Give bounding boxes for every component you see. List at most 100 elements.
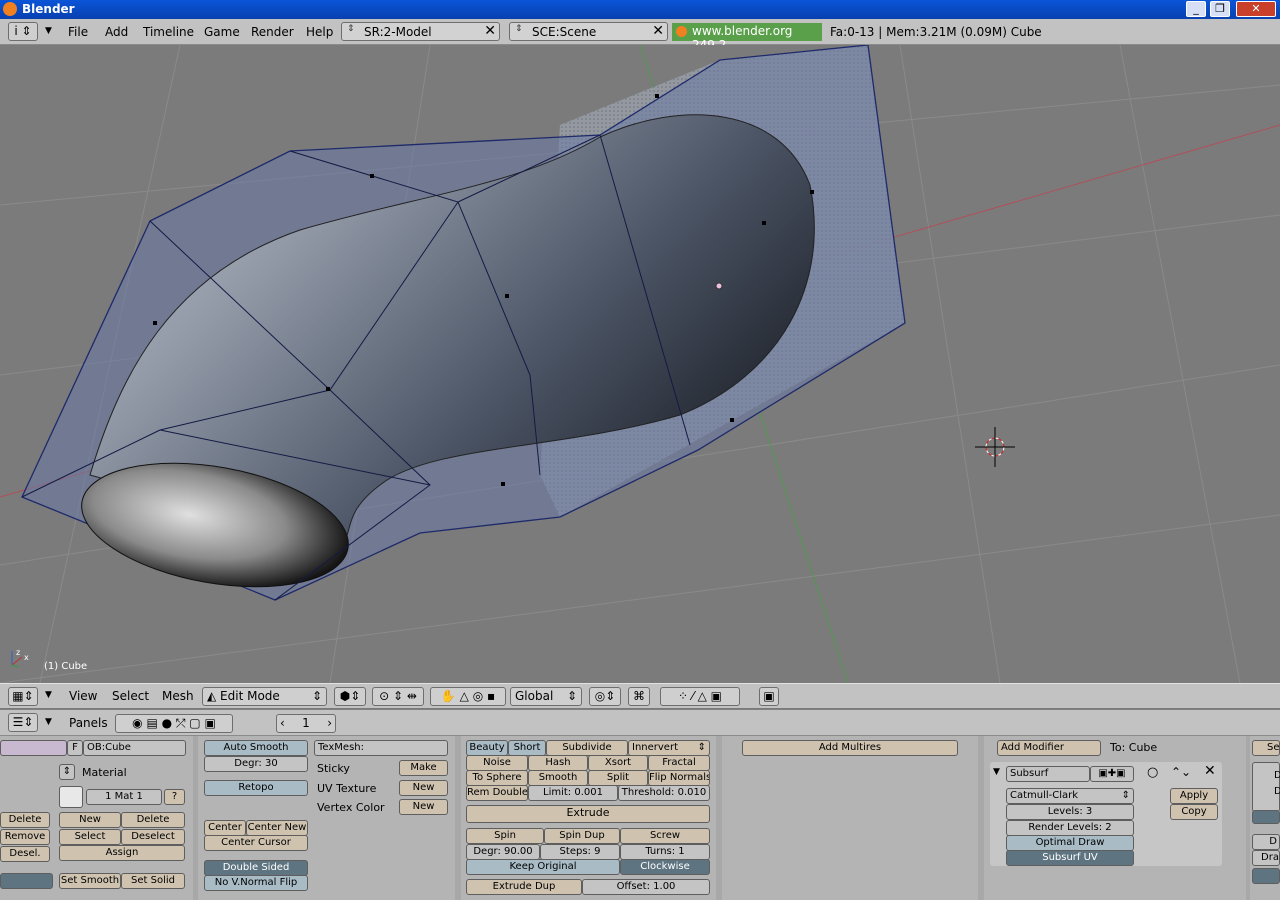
scene-selector[interactable]: ⇕ SCE:Scene ✕ (509, 22, 668, 41)
add-modifier-button[interactable]: Add Modifier (997, 740, 1101, 756)
cutoff-select-button[interactable]: Sel (1252, 740, 1280, 756)
collapse-arrow-icon[interactable]: ▼ (45, 26, 52, 36)
snap-icon[interactable]: ⌘ (628, 687, 650, 706)
mesh-name-field[interactable] (0, 740, 67, 756)
sticky-make-button[interactable]: Make (399, 760, 448, 776)
frame-number-field[interactable]: ‹ 1 › (276, 714, 336, 733)
material-help-button[interactable]: ? (164, 789, 185, 805)
window-type-info-icon[interactable]: i ⇕ (8, 22, 38, 41)
menu-timeline[interactable]: Timeline (143, 25, 194, 39)
apply-modifier-button[interactable]: Apply (1170, 788, 1218, 804)
proportional-edit-icon[interactable]: ◎⇕ (589, 687, 621, 706)
close-button[interactable]: ✕ (1236, 1, 1276, 17)
orientation-selector[interactable]: Global ⇕ (510, 687, 582, 706)
window-type-3dview-icon[interactable]: ▦⇕ (8, 687, 38, 706)
selected-vertex[interactable] (715, 282, 723, 290)
spin-button[interactable]: Spin (466, 828, 544, 844)
menu-add[interactable]: Add (105, 25, 128, 39)
subdivision-type-selector[interactable]: Catmull-Clark ⇕ (1006, 788, 1134, 804)
innervert-selector[interactable]: Innervert ⇕ (628, 740, 710, 756)
fake-user-button[interactable]: F (67, 740, 83, 756)
pivot-point-icon[interactable]: ⊙ ⇕ ⇹ (372, 687, 424, 706)
vgroup-deselect-button[interactable]: Desel. (0, 846, 50, 862)
levels-field[interactable]: Levels: 3 (1006, 804, 1134, 820)
offset-field[interactable]: Offset: 1.00 (582, 879, 710, 895)
select-mode-icons[interactable]: ⁘ ⁄ △ ▣ (660, 687, 740, 706)
center-new-button[interactable]: Center New (246, 820, 308, 836)
retopo-toggle[interactable]: Retopo (204, 780, 308, 796)
move-up-down-icon[interactable]: ⌃⌄ (1171, 765, 1191, 779)
collapse-arrow-icon[interactable]: ▼ (993, 767, 1000, 777)
menu-file[interactable]: File (68, 25, 88, 39)
cutoff-dark-button[interactable] (1252, 868, 1280, 884)
clockwise-toggle[interactable]: Clockwise (620, 859, 710, 875)
smooth-button[interactable]: Smooth (528, 770, 588, 786)
increment-arrow-icon[interactable]: › (327, 715, 332, 732)
add-multires-button[interactable]: Add Multires (742, 740, 958, 756)
render-preview-icon[interactable]: ▣ (759, 687, 779, 706)
menu-view[interactable]: View (69, 689, 97, 703)
modifier-name-field[interactable]: Subsurf (1006, 766, 1090, 782)
material-assign-button[interactable]: Assign (59, 845, 185, 861)
copy-modifier-button[interactable]: Copy (1170, 804, 1218, 820)
spin-steps-field[interactable]: Steps: 9 (540, 844, 620, 860)
limit-field[interactable]: Limit: 0.001 (528, 785, 618, 801)
menu-help[interactable]: Help (306, 25, 333, 39)
spin-dup-button[interactable]: Spin Dup (544, 828, 620, 844)
screw-button[interactable]: Screw (620, 828, 710, 844)
uv-texture-new-button[interactable]: New (399, 780, 448, 796)
menu-select[interactable]: Select (112, 689, 149, 703)
manipulator-icons[interactable]: ✋ △ ◎ ▪ (430, 687, 506, 706)
modifier-visibility-icons[interactable]: ▣✚▣ (1090, 766, 1134, 782)
minimize-button[interactable]: _ (1186, 1, 1206, 17)
short-toggle[interactable]: Short (508, 740, 546, 756)
material-select-button[interactable]: Select (59, 829, 121, 845)
cutoff-dark-bar[interactable] (1252, 810, 1280, 824)
center-cursor-button[interactable]: Center Cursor (204, 835, 308, 851)
flip-normals-button[interactable]: Flip Normals (648, 770, 710, 786)
threshold-field[interactable]: Threshold: 0.010 (618, 785, 710, 801)
delete-screen-icon[interactable]: ✕ (484, 23, 496, 39)
menu-render[interactable]: Render (251, 25, 294, 39)
auto-smooth-degree-field[interactable]: Degr: 30 (204, 756, 308, 772)
split-button[interactable]: Split (588, 770, 648, 786)
decrement-arrow-icon[interactable]: ‹ (280, 715, 285, 732)
collapse-arrow-icon[interactable]: ▼ (45, 690, 52, 700)
double-sided-toggle[interactable]: Double Sided (204, 860, 308, 876)
material-index-field[interactable]: 1 Mat 1 (86, 789, 162, 805)
vgroup-dark-button[interactable] (0, 873, 53, 889)
xsort-button[interactable]: Xsort (588, 755, 648, 771)
material-color-swatch[interactable] (59, 786, 83, 808)
spin-degree-field[interactable]: Degr: 90.00 (466, 844, 540, 860)
delete-scene-icon[interactable]: ✕ (652, 23, 664, 39)
extrude-dup-button[interactable]: Extrude Dup (466, 879, 582, 895)
menu-mesh[interactable]: Mesh (162, 689, 194, 703)
material-new-button[interactable]: New (59, 812, 121, 828)
set-solid-button[interactable]: Set Solid (121, 873, 185, 889)
viewport-canvas[interactable] (0, 45, 1280, 683)
noise-button[interactable]: Noise (466, 755, 528, 771)
window-type-buttons-icon[interactable]: ☰⇕ (8, 713, 38, 732)
material-updown-icon[interactable]: ⇕ (59, 764, 75, 780)
collapse-arrow-icon[interactable]: ▼ (45, 717, 52, 727)
menu-game[interactable]: Game (204, 25, 240, 39)
extrude-button[interactable]: Extrude (466, 805, 710, 823)
remove-modifier-icon[interactable]: ✕ (1204, 763, 1216, 779)
auto-smooth-toggle[interactable]: Auto Smooth (204, 740, 308, 756)
vertex-color-new-button[interactable]: New (399, 799, 448, 815)
optimal-draw-toggle[interactable]: Optimal Draw (1006, 835, 1134, 851)
center-button[interactable]: Center (204, 820, 246, 836)
material-delete-button[interactable]: Delete (121, 812, 185, 828)
fractal-button[interactable]: Fractal (648, 755, 710, 771)
3d-viewport[interactable]: x z (1) Cube (0, 45, 1280, 683)
draw-type-icon[interactable]: ⬢⇕ (334, 687, 366, 706)
vgroup-delete-button[interactable]: Delete (0, 812, 50, 828)
render-levels-field[interactable]: Render Levels: 2 (1006, 820, 1134, 836)
cutoff-button-d3[interactable]: D (1252, 834, 1280, 850)
rem-double-button[interactable]: Rem Double (466, 785, 528, 801)
to-sphere-button[interactable]: To Sphere (466, 770, 528, 786)
beauty-toggle[interactable]: Beauty (466, 740, 508, 756)
screen-selector[interactable]: ⇕ SR:2-Model ✕ (341, 22, 500, 41)
object-name-field[interactable]: OB:Cube (83, 740, 186, 756)
keep-original-toggle[interactable]: Keep Original (466, 859, 620, 875)
